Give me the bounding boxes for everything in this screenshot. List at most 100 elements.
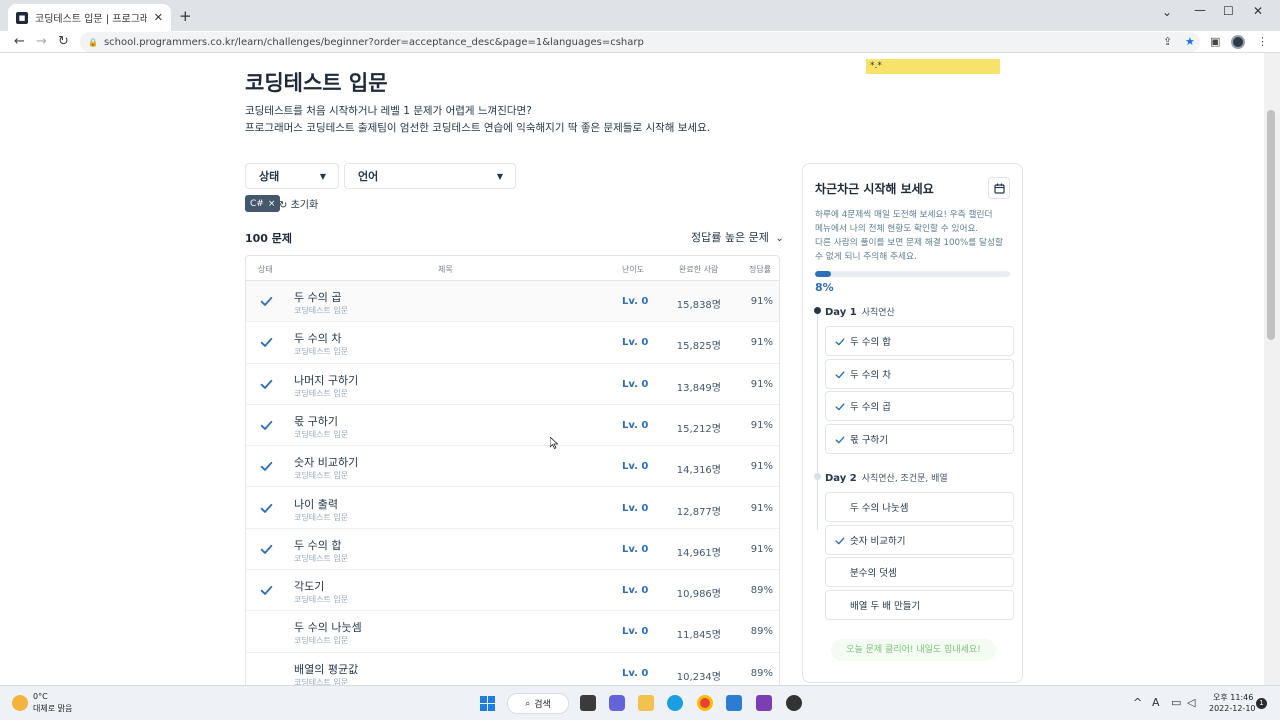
problem-title[interactable]: 배열의 평균값 bbox=[294, 661, 358, 677]
problem-title[interactable]: 두 수의 나눗셈 bbox=[294, 619, 362, 635]
obs-icon[interactable] bbox=[786, 695, 802, 711]
windows-taskbar: 0°C 대체로 맑음 ⌕ 검색 ^ A ▭ ◁ 오후 11:46 2022-12… bbox=[0, 685, 1280, 720]
day1-problem-item[interactable]: 두 수의 합 bbox=[825, 326, 1014, 356]
day2-problem-item[interactable]: 배열 두 배 만들기 bbox=[825, 590, 1014, 621]
taskbar-search-button[interactable]: ⌕ 검색 bbox=[507, 693, 569, 714]
forward-icon[interactable]: → bbox=[36, 34, 47, 50]
table-row[interactable]: 각도기 코딩테스트 입문 Lv. 0 10,986명 89% bbox=[246, 570, 779, 612]
chat-icon[interactable] bbox=[609, 695, 625, 711]
problem-title[interactable]: 숫자 비교하기 bbox=[294, 454, 358, 470]
clock-date[interactable]: 2022-12-10 bbox=[1209, 704, 1256, 713]
problem-completed-count: 15,212명 bbox=[676, 423, 721, 435]
plan-problem-title: 두 수의 곱 bbox=[850, 402, 891, 414]
task-view-icon[interactable] bbox=[580, 695, 596, 711]
search-icon: ⌕ bbox=[525, 698, 531, 709]
header-level: 난이도 bbox=[622, 265, 645, 274]
header-title: 제목 bbox=[438, 265, 453, 274]
problem-category: 코딩테스트 입문 bbox=[294, 636, 349, 646]
status-filter-dropdown[interactable]: 상태 ▼ bbox=[245, 163, 339, 189]
table-header: 상태 제목 난이도 완료한 사람 정답률 bbox=[246, 256, 779, 281]
table-row[interactable]: 두 수의 나눗셈 코딩테스트 입문 Lv. 0 11,845명 89% bbox=[246, 611, 779, 653]
sort-dropdown[interactable]: 정답률 높은 문제 ⌄ bbox=[691, 229, 784, 245]
chip-label: C# bbox=[250, 198, 264, 209]
new-tab-icon[interactable]: + bbox=[179, 8, 192, 24]
solved-check bbox=[260, 541, 273, 554]
problem-title[interactable]: 나머지 구하기 bbox=[294, 372, 358, 388]
check-icon bbox=[260, 462, 273, 472]
address-bar[interactable]: 🔒 school.programmers.co.kr/learn/challen… bbox=[80, 32, 1200, 52]
browser-tab[interactable]: ■ 코딩테스트 입문 | 프로그래머스 ✕ bbox=[8, 4, 171, 31]
share-icon[interactable]: ⇪ bbox=[1163, 35, 1172, 48]
calendar-button[interactable] bbox=[988, 177, 1010, 199]
day1-dot bbox=[814, 307, 821, 314]
scrollbar-thumb[interactable] bbox=[1267, 110, 1275, 340]
tab-search-icon[interactable]: ⌄ bbox=[1162, 5, 1172, 19]
solved-check bbox=[260, 458, 273, 472]
day2-problem-item[interactable]: 두 수의 나눗셈 bbox=[825, 492, 1014, 522]
check-icon bbox=[260, 338, 273, 348]
problem-level: Lv. 0 bbox=[622, 419, 649, 431]
problem-title[interactable]: 나이 출력 bbox=[294, 496, 338, 512]
reload-icon[interactable]: ↻ bbox=[58, 34, 69, 50]
language-chip-csharp[interactable]: C# × bbox=[245, 195, 281, 212]
tray-chevron-up-icon[interactable]: ^ bbox=[1133, 696, 1142, 709]
problem-title[interactable]: 두 수의 차 bbox=[294, 330, 341, 346]
volume-icon[interactable]: ◁ bbox=[1187, 696, 1195, 709]
url-text: school.programmers.co.kr/learn/challenge… bbox=[103, 36, 644, 48]
problem-completed-count: 14,961명 bbox=[676, 547, 721, 559]
maximize-icon[interactable]: ☐ bbox=[1223, 4, 1234, 18]
problem-level: Lv. 0 bbox=[622, 337, 649, 349]
day2-problem-item[interactable]: 숫자 비교하기 bbox=[825, 524, 1014, 555]
header-status: 상태 bbox=[258, 265, 273, 274]
table-row[interactable]: 두 수의 곱 코딩테스트 입문 Lv. 0 15,838명 91% bbox=[246, 281, 779, 323]
plan-problem-title: 숫자 비교하기 bbox=[850, 535, 906, 547]
problem-completed-count: 15,838명 bbox=[676, 300, 721, 311]
windows-start-icon[interactable] bbox=[480, 696, 495, 711]
plan-problem-title: 몫 구하기 bbox=[850, 435, 888, 447]
problem-title[interactable]: 몫 구하기 bbox=[294, 413, 338, 429]
chrome-icon[interactable] bbox=[697, 695, 713, 711]
profile-avatar[interactable] bbox=[1231, 35, 1245, 49]
menu-icon[interactable]: ⋮ bbox=[1257, 35, 1268, 48]
day1-problem-item[interactable]: 몫 구하기 bbox=[825, 424, 1014, 455]
table-row[interactable]: 두 수의 합 코딩테스트 입문 Lv. 0 14,961명 91% bbox=[246, 529, 779, 571]
day1-problem-item[interactable]: 두 수의 곱 bbox=[825, 391, 1014, 422]
back-icon[interactable]: ← bbox=[14, 34, 25, 50]
close-window-icon[interactable]: ✕ bbox=[1253, 4, 1263, 18]
bookmark-star-icon[interactable]: ★ bbox=[1185, 35, 1195, 48]
edge-icon[interactable] bbox=[667, 695, 683, 711]
problem-title[interactable]: 각도기 bbox=[294, 578, 324, 594]
day1-problem-item[interactable]: 두 수의 차 bbox=[825, 358, 1014, 389]
vscode-icon[interactable] bbox=[726, 695, 742, 711]
check-icon bbox=[835, 403, 845, 411]
notification-badge[interactable]: 1 bbox=[1256, 698, 1267, 709]
reset-filters-button[interactable]: ↻ 초기화 bbox=[279, 196, 318, 211]
table-row[interactable]: 숫자 비교하기 코딩테스트 입문 Lv. 0 14,316명 91% bbox=[246, 446, 779, 488]
visual-studio-icon[interactable] bbox=[756, 695, 772, 711]
table-row[interactable]: 나머지 구하기 코딩테스트 입문 Lv. 0 13,849명 91% bbox=[246, 364, 779, 405]
file-explorer-icon[interactable] bbox=[638, 695, 654, 711]
problem-rate: 91% bbox=[750, 296, 773, 307]
table-row[interactable]: 나이 출력 코딩테스트 입문 Lv. 0 12,877명 91% bbox=[246, 488, 779, 529]
day2-topic: 사칙연산, 조건문, 배열 bbox=[861, 474, 948, 484]
minimize-icon[interactable]: — bbox=[1194, 3, 1206, 17]
language-filter-label: 언어 bbox=[358, 170, 379, 183]
problem-title[interactable]: 두 수의 곱 bbox=[294, 289, 341, 305]
problem-rate: 89% bbox=[750, 626, 773, 638]
chip-remove-icon[interactable]: × bbox=[268, 199, 276, 209]
problem-title[interactable]: 두 수의 합 bbox=[294, 537, 341, 553]
language-filter-dropdown[interactable]: 언어 ▼ bbox=[344, 163, 516, 189]
side-panel-icon[interactable]: ▣ bbox=[1210, 35, 1220, 48]
problem-category: 코딩테스트 입문 bbox=[294, 595, 349, 605]
table-row[interactable]: 몫 구하기 코딩테스트 입문 Lv. 0 15,212명 91% bbox=[246, 405, 779, 447]
ime-icon[interactable]: A bbox=[1152, 696, 1160, 709]
table-row[interactable]: 두 수의 차 코딩테스트 입문 Lv. 0 15,825명 91% bbox=[246, 322, 779, 364]
weather-icon[interactable] bbox=[12, 695, 28, 711]
problem-rate: 89% bbox=[750, 585, 773, 597]
clock-time[interactable]: 오후 11:46 bbox=[1213, 692, 1253, 703]
day2-problem-item[interactable]: 분수의 덧셈 bbox=[825, 557, 1014, 588]
table-row[interactable]: 배열의 평균값 코딩테스트 입문 Lv. 0 10,234명 89% bbox=[246, 653, 779, 685]
network-icon[interactable]: ▭ bbox=[1171, 696, 1181, 709]
close-tab-icon[interactable]: ✕ bbox=[154, 11, 163, 24]
header-rate: 정답률 bbox=[749, 265, 772, 274]
